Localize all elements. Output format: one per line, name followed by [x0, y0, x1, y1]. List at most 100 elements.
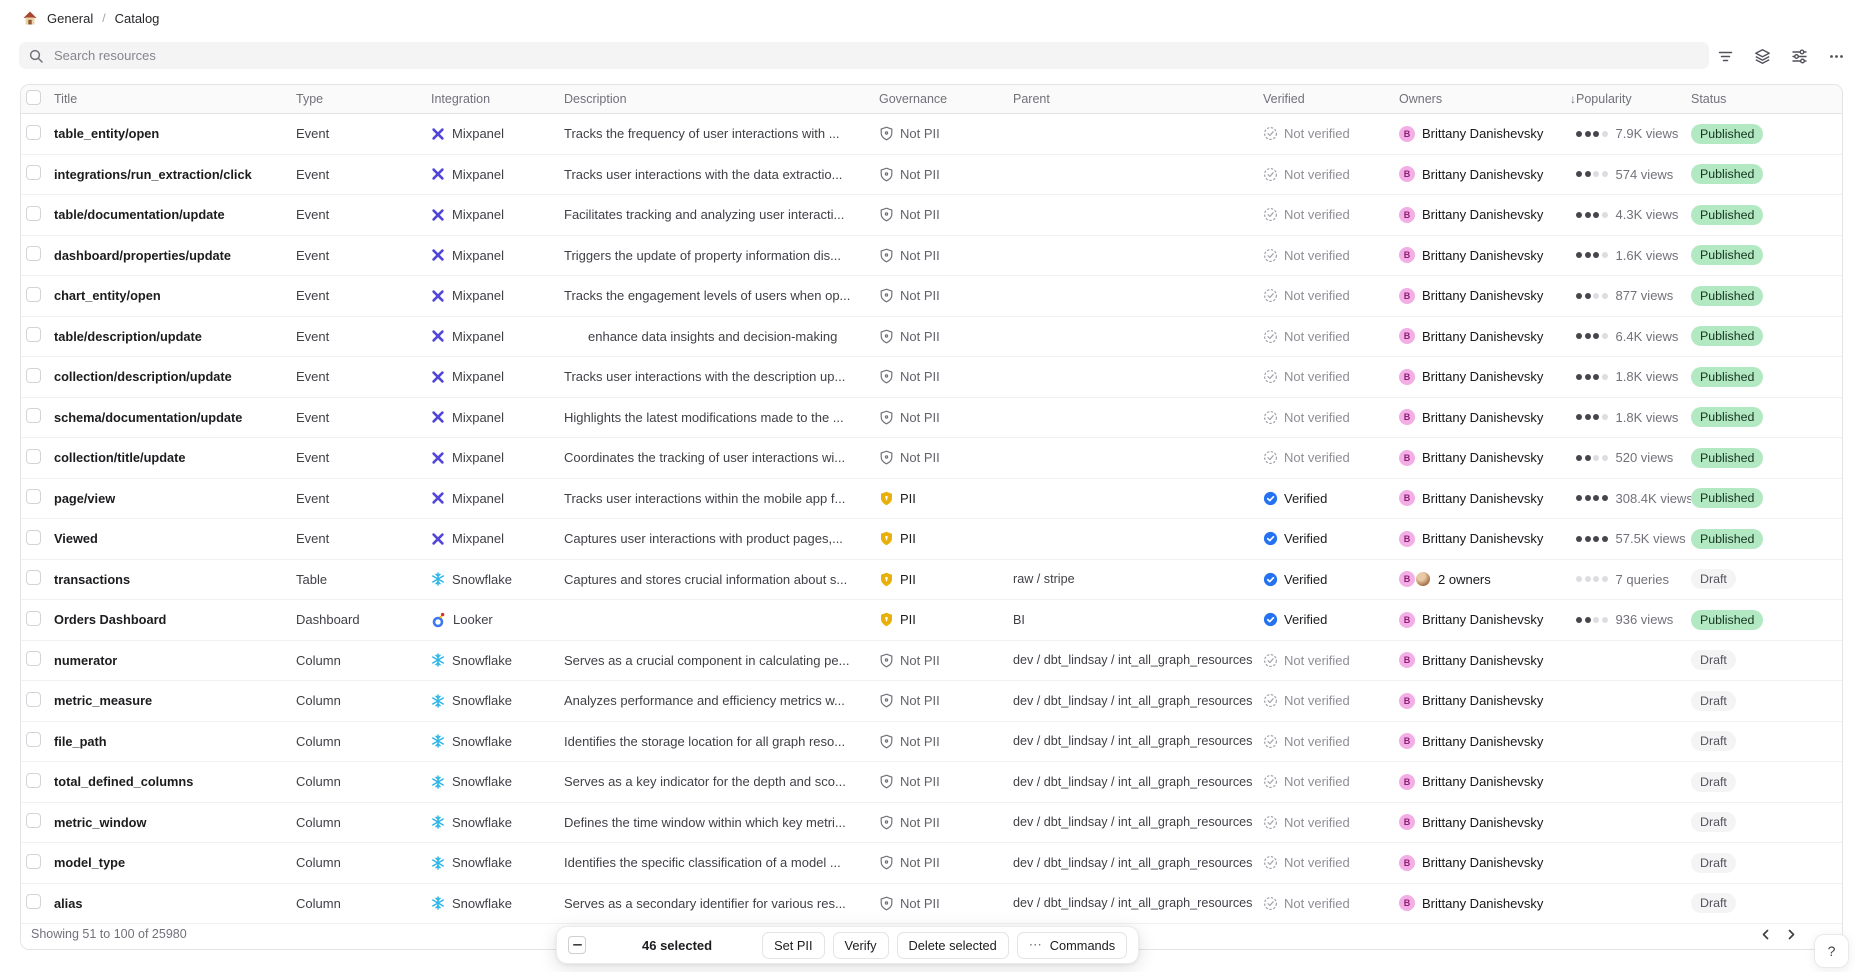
column-header-type[interactable]: Type	[296, 92, 431, 106]
resource-title[interactable]: page/view	[54, 491, 296, 506]
select-all-checkbox[interactable]	[26, 90, 41, 105]
resource-title[interactable]: Orders Dashboard	[54, 612, 296, 627]
row-checkbox[interactable]	[26, 287, 41, 302]
sliders-icon[interactable]	[1789, 46, 1809, 66]
table-row[interactable]: file_pathColumnSnowflakeIdentifies the s…	[21, 722, 1842, 763]
table-row[interactable]: schema/documentation/updateEventMixpanel…	[21, 398, 1842, 439]
set-pii-button[interactable]: Set PII	[762, 932, 824, 959]
search-bar[interactable]	[19, 42, 1709, 69]
column-header-status[interactable]: Status	[1691, 92, 1842, 106]
row-checkbox[interactable]	[26, 813, 41, 828]
delete-selected-button[interactable]: Delete selected	[897, 932, 1009, 959]
governance-cell: Not PII	[879, 653, 1013, 668]
row-checkbox[interactable]	[26, 530, 41, 545]
resource-title[interactable]: metric_measure	[54, 693, 296, 708]
commands-button[interactable]: ⋯Commands	[1017, 932, 1127, 959]
previous-page-button[interactable]	[1757, 926, 1774, 943]
showing-label: Showing 51 to 100 of 25980	[31, 927, 187, 941]
ellipsis-icon: ⋯	[1029, 937, 1043, 953]
row-checkbox[interactable]	[26, 732, 41, 747]
breadcrumb-workspace[interactable]: General	[47, 11, 93, 26]
integration-label: Snowflake	[452, 774, 512, 789]
resource-title[interactable]: chart_entity/open	[54, 288, 296, 303]
resource-title[interactable]: table_entity/open	[54, 126, 296, 141]
table-row[interactable]: collection/description/updateEventMixpan…	[21, 357, 1842, 398]
filter-icon[interactable]	[1715, 46, 1735, 66]
table-row[interactable]: table_entity/openEventMixpanelTracks the…	[21, 114, 1842, 155]
table-row[interactable]: integrations/run_extraction/clickEventMi…	[21, 155, 1842, 196]
row-checkbox[interactable]	[26, 489, 41, 504]
table-row[interactable]: metric_measureColumnSnowflakeAnalyzes pe…	[21, 681, 1842, 722]
table-row[interactable]: chart_entity/openEventMixpanelTracks the…	[21, 276, 1842, 317]
resource-title[interactable]: integrations/run_extraction/click	[54, 167, 296, 182]
popularity-dot	[1593, 333, 1599, 339]
resource-title[interactable]: metric_window	[54, 815, 296, 830]
column-header-governance[interactable]: Governance	[879, 92, 1013, 106]
table-row[interactable]: ViewedEventMixpanelCaptures user interac…	[21, 519, 1842, 560]
deselect-all-checkbox[interactable]	[568, 936, 586, 954]
row-checkbox[interactable]	[26, 894, 41, 909]
governance-label: Not PII	[900, 167, 940, 182]
table-row[interactable]: transactionsTableSnowflakeCaptures and s…	[21, 560, 1842, 601]
resource-title[interactable]: table/documentation/update	[54, 207, 296, 222]
table-row[interactable]: collection/title/updateEventMixpanelCoor…	[21, 438, 1842, 479]
row-checkbox[interactable]	[26, 125, 41, 140]
breadcrumb-page[interactable]: Catalog	[115, 11, 160, 26]
search-input[interactable]	[52, 47, 1699, 64]
column-header-popularity[interactable]: Popularity	[1576, 92, 1691, 106]
table-row[interactable]: metric_windowColumnSnowflakeDefines the …	[21, 803, 1842, 844]
owners-label: Brittany Danishevsky	[1422, 248, 1543, 263]
row-checkbox[interactable]	[26, 206, 41, 221]
row-checkbox[interactable]	[26, 854, 41, 869]
not-verified-icon	[1263, 369, 1278, 384]
column-header-integration[interactable]: Integration	[431, 92, 564, 106]
help-button[interactable]: ?	[1814, 934, 1849, 968]
table-row[interactable]: table/documentation/updateEventMixpanelF…	[21, 195, 1842, 236]
table-row[interactable]: model_typeColumnSnowflakeIdentifies the …	[21, 843, 1842, 884]
table-row[interactable]: total_defined_columnsColumnSnowflakeServ…	[21, 762, 1842, 803]
column-header-owners[interactable]: Owners	[1399, 92, 1557, 106]
table-row[interactable]: dashboard/properties/updateEventMixpanel…	[21, 236, 1842, 277]
row-checkbox[interactable]	[26, 408, 41, 423]
row-checkbox[interactable]	[26, 449, 41, 464]
resource-title[interactable]: model_type	[54, 855, 296, 870]
resource-title[interactable]: Viewed	[54, 531, 296, 546]
row-checkbox[interactable]	[26, 570, 41, 585]
table-row[interactable]: page/viewEventMixpanelTracks user intera…	[21, 479, 1842, 520]
row-checkbox[interactable]	[26, 611, 41, 626]
row-checkbox[interactable]	[26, 165, 41, 180]
resource-title[interactable]: alias	[54, 896, 296, 911]
snowflake-icon	[431, 572, 445, 586]
table-row[interactable]: aliasColumnSnowflakeServes as a secondar…	[21, 884, 1842, 925]
table-row[interactable]: numeratorColumnSnowflakeServes as a cruc…	[21, 641, 1842, 682]
column-header-parent[interactable]: Parent	[1013, 92, 1263, 106]
resource-title[interactable]: schema/documentation/update	[54, 410, 296, 425]
mixpanel-icon	[431, 329, 445, 343]
next-page-button[interactable]	[1783, 926, 1800, 943]
resource-title[interactable]: file_path	[54, 734, 296, 749]
parent-cell: dev / dbt_lindsay / int_all_graph_resour…	[1013, 815, 1263, 829]
integration-cell: Snowflake	[431, 653, 564, 668]
column-header-verified[interactable]: Verified	[1263, 92, 1399, 106]
row-checkbox[interactable]	[26, 692, 41, 707]
resource-title[interactable]: transactions	[54, 572, 296, 587]
resource-title[interactable]: collection/description/update	[54, 369, 296, 384]
row-checkbox[interactable]	[26, 246, 41, 261]
layers-icon[interactable]	[1752, 46, 1772, 66]
row-checkbox[interactable]	[26, 651, 41, 666]
resource-title[interactable]: numerator	[54, 653, 296, 668]
column-header-title[interactable]: Title	[54, 92, 296, 106]
resource-title[interactable]: collection/title/update	[54, 450, 296, 465]
table-row[interactable]: Orders DashboardDashboardLookerPIIBIVeri…	[21, 600, 1842, 641]
resource-title[interactable]: dashboard/properties/update	[54, 248, 296, 263]
sort-descending-icon[interactable]: ↓	[1557, 92, 1576, 106]
row-checkbox[interactable]	[26, 327, 41, 342]
resource-title[interactable]: table/description/update	[54, 329, 296, 344]
verify-button[interactable]: Verify	[833, 932, 889, 959]
row-checkbox[interactable]	[26, 773, 41, 788]
row-checkbox[interactable]	[26, 368, 41, 383]
column-header-description[interactable]: Description	[564, 92, 879, 106]
more-icon[interactable]	[1826, 46, 1846, 66]
resource-title[interactable]: total_defined_columns	[54, 774, 296, 789]
table-row[interactable]: table/description/updateEventMixpanel•Ca…	[21, 317, 1842, 358]
